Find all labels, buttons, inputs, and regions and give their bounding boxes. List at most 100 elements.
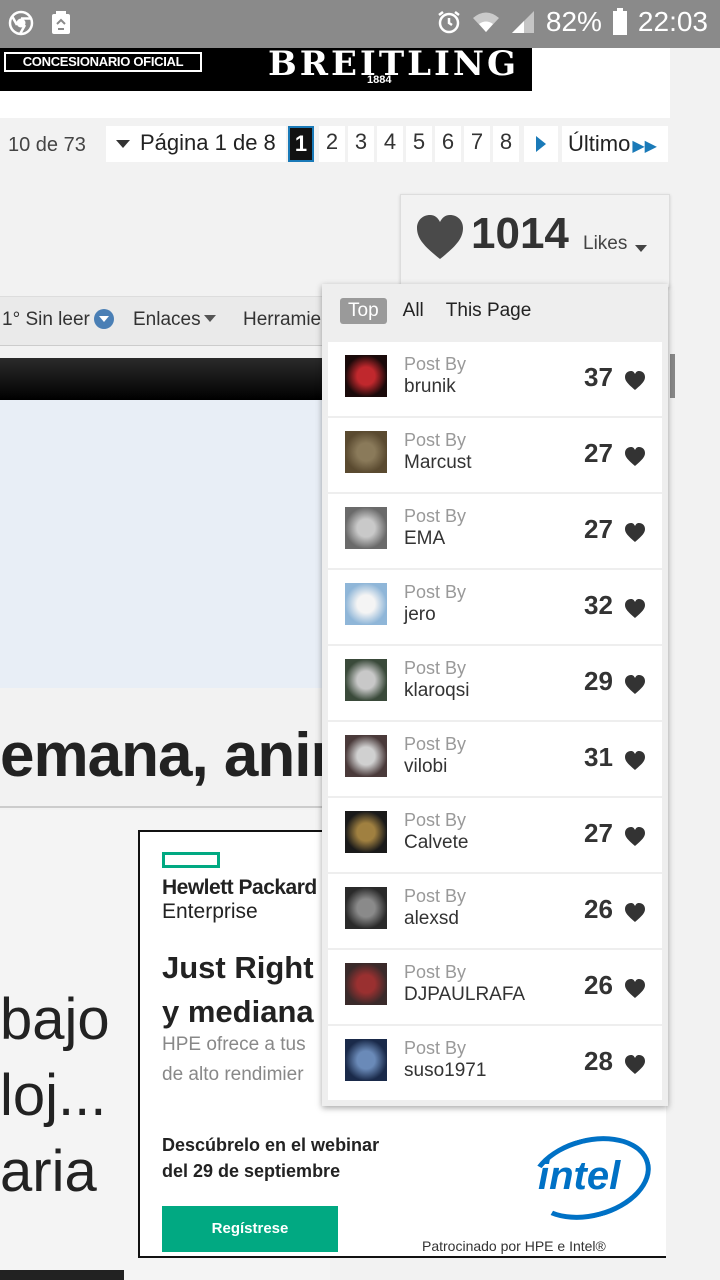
page-6-button[interactable]: 6 (435, 126, 461, 162)
username[interactable]: brunik (404, 376, 456, 398)
caret-down-icon (635, 245, 647, 252)
battery-percent: 82% (545, 6, 602, 37)
username[interactable]: alexsd (404, 908, 459, 930)
username[interactable]: DJPAULRAFA (404, 984, 525, 1006)
post-by-label: Post By (404, 430, 467, 450)
list-item[interactable]: Post By Calvete 27 (328, 798, 662, 872)
avatar[interactable] (345, 507, 387, 549)
ad-brand: BREITLING (268, 48, 520, 84)
hpe-sponsor-text: Patrocinado por HPE e Intel® (422, 1238, 606, 1254)
hpe-cta-line2: del 29 de septiembre (162, 1161, 341, 1181)
like-count: 31 (584, 742, 613, 772)
list-item[interactable]: Post By alexsd 26 (328, 874, 662, 948)
username[interactable]: suso1971 (404, 1060, 486, 1082)
tab-this-page[interactable]: This Page (440, 298, 538, 324)
list-item[interactable]: Post By klaroqsi 29 (328, 646, 662, 720)
tools-menu[interactable]: Herramie (243, 309, 321, 331)
hpe-brand-line1: Hewlett Packard (162, 876, 317, 899)
hpe-headline-line1: Just Right (162, 950, 314, 985)
list-item[interactable]: Post By brunik 37 (328, 342, 662, 416)
list-item[interactable]: Post By Marcust 27 (328, 418, 662, 492)
tab-top[interactable]: Top (340, 298, 387, 324)
unread-link[interactable]: 1° Sin leer (2, 309, 114, 331)
avatar[interactable] (345, 811, 387, 853)
avatar[interactable] (345, 355, 387, 397)
breitling-ad[interactable]: CONCESIONARIO OFICIAL BREITLING 1884 (0, 48, 532, 91)
page-2-button[interactable]: 2 (319, 126, 345, 162)
page-1-button[interactable]: 1 (288, 126, 314, 162)
list-item[interactable]: Post By vilobi 31 (328, 722, 662, 796)
like-count: 27 (584, 438, 613, 468)
page-label: Página 1 de 8 (140, 130, 276, 155)
page-4-button[interactable]: 4 (377, 126, 403, 162)
hpe-subtext: HPE ofrece a tus de alto rendimier (162, 1030, 306, 1090)
likes-count: 1014 (471, 209, 569, 258)
avatar[interactable] (345, 735, 387, 777)
username[interactable]: Calvete (404, 832, 468, 854)
username[interactable]: jero (404, 604, 436, 626)
hpe-headline-line2: y mediana (162, 994, 314, 1029)
ad-tag: CONCESIONARIO OFICIAL (4, 52, 202, 72)
alarm-icon (438, 11, 460, 34)
page-jump-dropdown[interactable]: Página 1 de 8 (106, 126, 286, 162)
tab-all[interactable]: All (397, 298, 430, 324)
likes-dropdown: Top All This Page Post By brunik 37 Post By… (322, 284, 668, 1106)
username[interactable]: EMA (404, 528, 445, 550)
hpe-sub-line2: de alto rendimier (162, 1064, 304, 1085)
page-5-button[interactable]: 5 (406, 126, 432, 162)
username[interactable]: klaroqsi (404, 680, 469, 702)
page-3-button[interactable]: 3 (348, 126, 374, 162)
links-menu[interactable]: Enlaces (133, 309, 216, 331)
avatar[interactable] (345, 431, 387, 473)
post-by-label: Post By (404, 962, 467, 982)
bottom-strip (0, 1270, 124, 1280)
avatar[interactable] (345, 583, 387, 625)
heart-icon (625, 371, 645, 390)
body-line: loj... (0, 1063, 107, 1128)
intel-logo: intel (538, 1154, 621, 1198)
list-item[interactable]: Post By suso1971 28 (328, 1026, 662, 1100)
avatar[interactable] (345, 887, 387, 929)
pagination: 10 de 73 Página 1 de 8 1 2 3 4 5 6 7 8 Ú… (0, 126, 670, 164)
recycle-icon (52, 11, 70, 34)
username[interactable]: Marcust (404, 452, 472, 474)
heart-icon (417, 215, 463, 259)
like-count: 32 (584, 590, 613, 620)
page-7-button[interactable]: 7 (464, 126, 490, 162)
heart-icon (625, 827, 645, 846)
avatar[interactable] (345, 963, 387, 1005)
body-line: bajo (0, 987, 110, 1052)
next-page-button[interactable] (524, 126, 558, 162)
content-panel (0, 400, 330, 688)
ad-brand-year: 1884 (367, 74, 392, 86)
like-count: 37 (584, 362, 613, 392)
forum-toolbar: 1° Sin leer Enlaces Herramie (0, 296, 330, 346)
heart-icon (625, 675, 645, 694)
page-8-button[interactable]: 8 (493, 126, 519, 162)
avatar[interactable] (345, 659, 387, 701)
double-arrow-icon: ▶▶ (632, 138, 657, 155)
post-count: 10 de 73 (8, 134, 86, 156)
last-page-button[interactable]: Último ▶▶ (562, 126, 668, 162)
scrollbar-thumb[interactable] (670, 354, 675, 398)
heart-icon (625, 903, 645, 922)
avatar[interactable] (345, 1039, 387, 1081)
username[interactable]: vilobi (404, 756, 447, 778)
like-count: 28 (584, 1046, 613, 1076)
top-ad-banner[interactable]: CONCESIONARIO OFICIAL BREITLING 1884 (0, 48, 670, 118)
like-count: 27 (584, 818, 613, 848)
hpe-sub-line1: HPE ofrece a tus (162, 1034, 306, 1055)
wifi-icon (472, 12, 499, 32)
chrome-icon (8, 10, 34, 36)
likes-button[interactable]: 1014 Likes (400, 194, 670, 288)
likes-label: Likes (583, 233, 628, 254)
likes-tabs: Top All This Page (340, 298, 537, 324)
list-item[interactable]: Post By DJPAULRAFA 26 (328, 950, 662, 1024)
list-item[interactable]: Post By jero 32 (328, 570, 662, 644)
register-button[interactable]: Regístrese (162, 1206, 338, 1252)
list-item[interactable]: Post By EMA 27 (328, 494, 662, 568)
hpe-headline: Just Right y mediana (162, 946, 314, 1034)
divider (0, 806, 330, 808)
hpe-cta-line1: Descúbrelo en el webinar (162, 1135, 380, 1155)
like-count: 27 (584, 514, 613, 544)
